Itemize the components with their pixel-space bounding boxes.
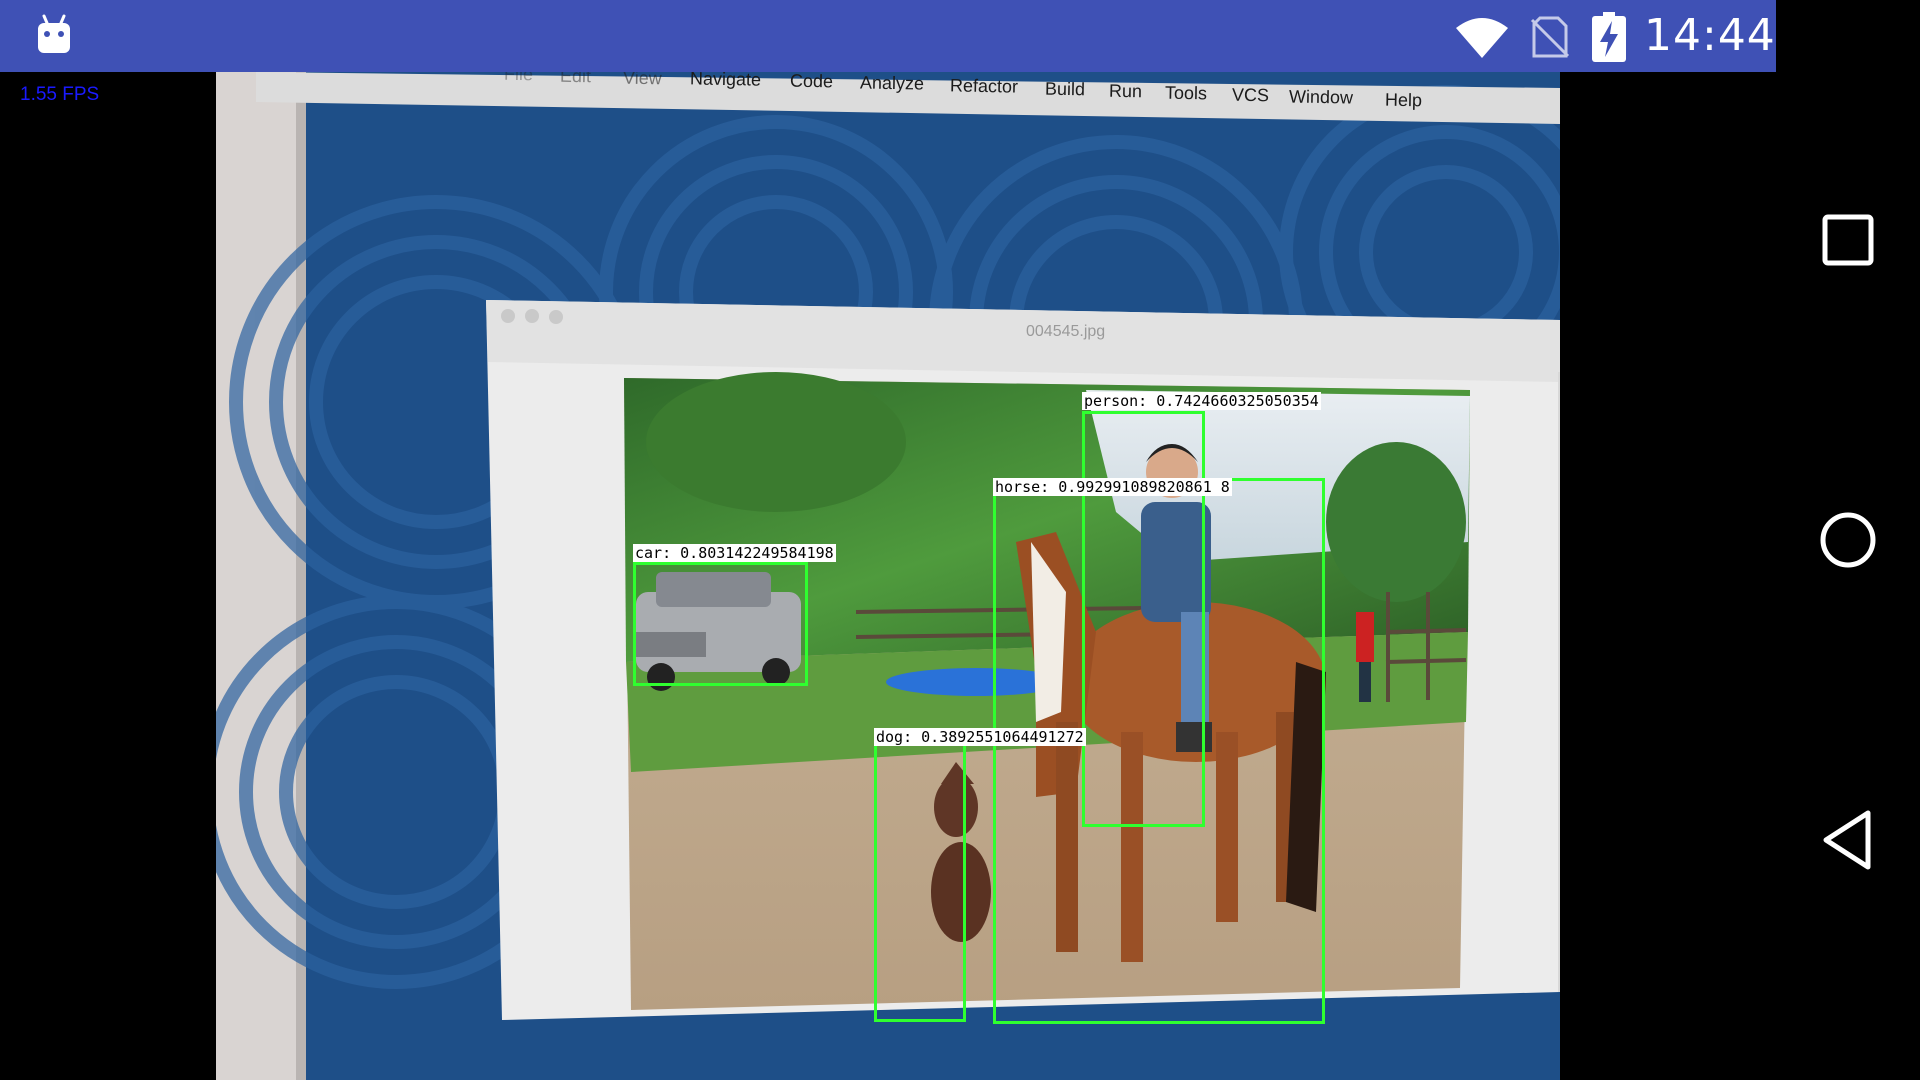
preview-window-title: 004545.jpg [1026, 323, 1105, 340]
detection-label-dog: dog: 0.3892551064491272 [874, 728, 1086, 746]
wifi-icon [1456, 18, 1508, 58]
menu-window: Window [1288, 86, 1354, 108]
detection-box-horse [993, 478, 1325, 1024]
menu-file: File [503, 72, 534, 85]
status-bar: 14:44 [0, 0, 1776, 72]
fps-counter: 1.55 FPS [20, 84, 100, 105]
menu-build: Build [1044, 78, 1086, 100]
menu-code: Code [789, 72, 834, 92]
android-debug-icon [38, 14, 70, 53]
menu-navigate: Navigate [689, 72, 762, 90]
menu-vcs: VCS [1231, 84, 1270, 106]
detection-label-horse: horse: 0.992991089820861 8 [993, 478, 1232, 496]
menu-view: View [622, 72, 662, 89]
home-icon [1820, 512, 1876, 568]
back-icon [1823, 810, 1871, 870]
menu-tools: Tools [1164, 82, 1208, 104]
detection-box-car [633, 562, 808, 686]
detection-label-car: car: 0.803142249584198 [633, 544, 836, 562]
camera-preview: 004545.jpg File Edit View Navigate Code … [216, 72, 1560, 1080]
navigation-bar [1776, 0, 1920, 1080]
detection-box-dog [874, 730, 966, 1022]
no-sim-icon [1530, 16, 1570, 58]
menu-refactor: Refactor [949, 75, 1019, 97]
status-clock: 14:44 [1644, 10, 1776, 61]
detection-label-person: person: 0.7424660325050354 [1082, 392, 1321, 410]
menu-analyze: Analyze [859, 72, 925, 94]
menu-edit: Edit [559, 72, 592, 87]
recents-button[interactable] [1776, 180, 1920, 300]
back-button[interactable] [1776, 780, 1920, 900]
home-button[interactable] [1776, 480, 1920, 600]
menu-help: Help [1384, 89, 1423, 111]
menu-run: Run [1108, 80, 1143, 102]
recents-icon [1822, 214, 1874, 266]
battery-charging-icon [1592, 12, 1626, 62]
